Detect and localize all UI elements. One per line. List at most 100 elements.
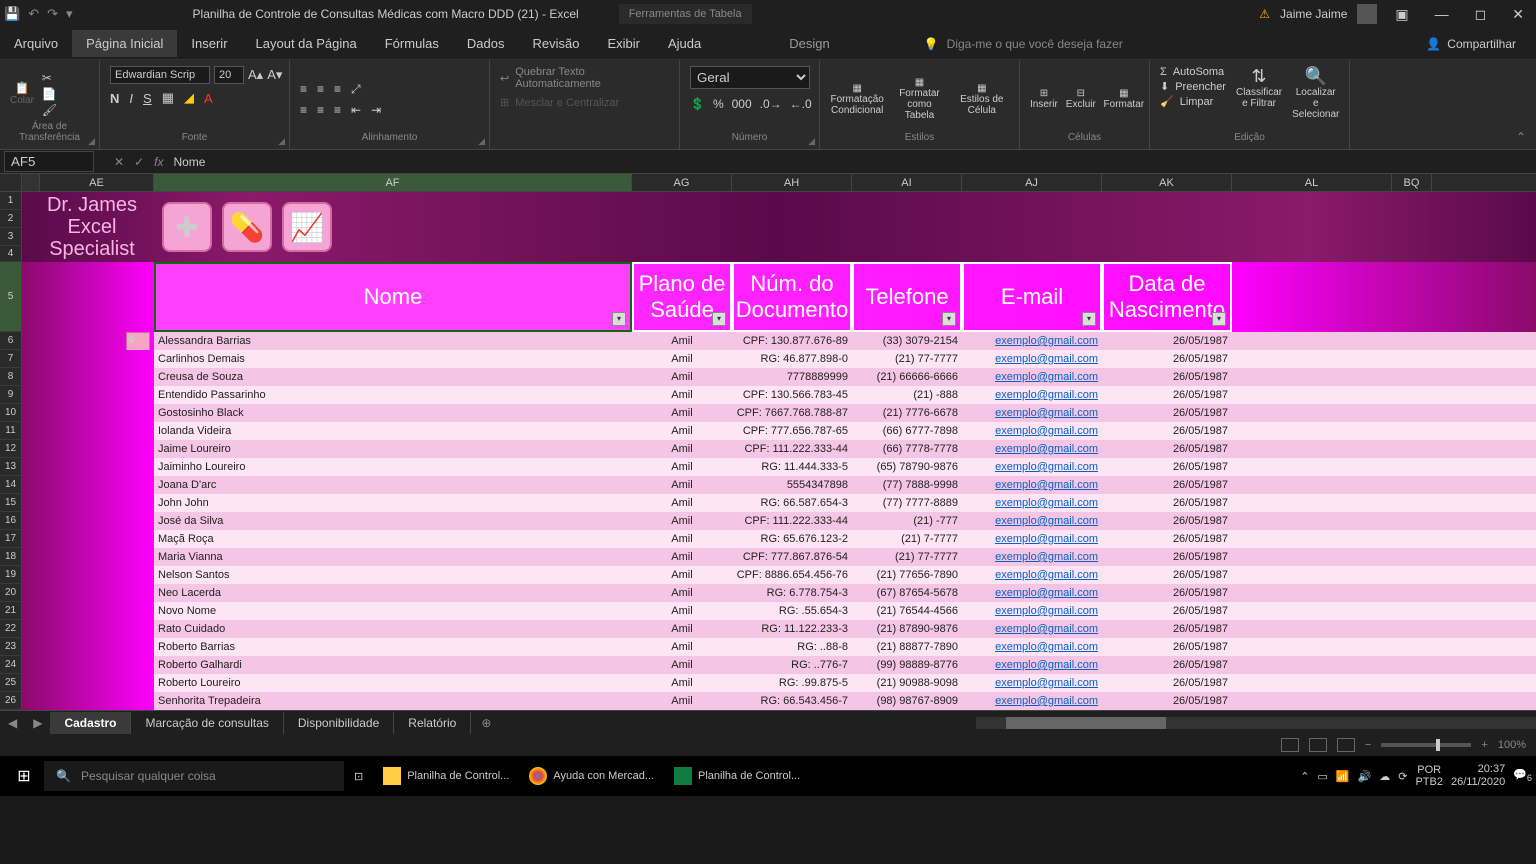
merge-center-button[interactable]: ⊞ Mesclar e Centralizar — [500, 96, 669, 109]
increase-font-icon[interactable]: A▴ — [248, 67, 263, 83]
email-link[interactable]: exemplo@gmail.com — [995, 479, 1098, 491]
undo-icon[interactable]: ↶ — [28, 6, 39, 22]
percent-icon[interactable]: % — [713, 97, 724, 111]
italic-button[interactable]: I — [129, 91, 133, 106]
tab-design[interactable]: Design — [775, 30, 843, 57]
cell-plano[interactable]: Amil — [632, 332, 732, 350]
filter-icon[interactable]: ▾ — [1212, 312, 1226, 326]
email-link[interactable]: exemplo@gmail.com — [995, 515, 1098, 527]
table-row[interactable]: Nelson SantosAmilCPF: 8886.654.456-76(21… — [22, 566, 1536, 584]
row-header[interactable]: 5 — [0, 262, 22, 332]
cell-data[interactable]: 26/05/1987 — [1102, 566, 1232, 584]
close-icon[interactable]: ✕ — [1504, 6, 1532, 23]
row-header[interactable]: 6 — [0, 332, 22, 350]
cell-email[interactable]: exemplo@gmail.com — [962, 566, 1102, 584]
align-left-icon[interactable]: ≡ — [300, 103, 307, 117]
cell-nome[interactable]: Joana D'arc — [154, 476, 632, 494]
cell-email[interactable]: exemplo@gmail.com — [962, 458, 1102, 476]
cell-nome[interactable]: Creusa de Souza — [154, 368, 632, 386]
table-row[interactable]: Roberto BarriasAmilRG: ..88-8(21) 88877-… — [22, 638, 1536, 656]
cell-nome[interactable]: Gostosinho Black — [154, 404, 632, 422]
comma-icon[interactable]: 000 — [732, 97, 752, 111]
cell-plano[interactable]: Amil — [632, 404, 732, 422]
cell-doc[interactable]: RG: 11.444.333-5 — [732, 458, 852, 476]
cell-doc[interactable]: RG: 65.676.123-2 — [732, 530, 852, 548]
row-header[interactable]: 18 — [0, 548, 22, 566]
email-link[interactable]: exemplo@gmail.com — [995, 587, 1098, 599]
format-painter-icon[interactable]: 🖌 — [42, 103, 57, 117]
cell-nome[interactable]: Maria Vianna — [154, 548, 632, 566]
zoom-in-button[interactable]: + — [1481, 739, 1487, 751]
row-header[interactable]: 19 — [0, 566, 22, 584]
cell-styles-button[interactable]: ▦Estilos de Célula — [955, 83, 1009, 116]
cell-data[interactable]: 26/05/1987 — [1102, 332, 1232, 350]
cell-doc[interactable]: RG: 66.587.654-3 — [732, 494, 852, 512]
zoom-out-button[interactable]: − — [1365, 739, 1371, 751]
email-link[interactable]: exemplo@gmail.com — [995, 569, 1098, 581]
sheet-tab-cadastro[interactable]: Cadastro — [50, 712, 131, 734]
cell-nome[interactable]: Maçã Roça — [154, 530, 632, 548]
decrease-decimal-icon[interactable]: ←.0 — [790, 97, 812, 111]
horizontal-scrollbar[interactable] — [976, 717, 1536, 729]
table-row[interactable]: Maçã RoçaAmilRG: 65.676.123-2(21) 7-7777… — [22, 530, 1536, 548]
cell-email[interactable]: exemplo@gmail.com — [962, 692, 1102, 710]
col-header-hidden[interactable] — [22, 174, 40, 191]
col-header-ai[interactable]: AI — [852, 174, 962, 191]
cell-nome[interactable]: Roberto Barrias — [154, 638, 632, 656]
cell-doc[interactable]: RG: .55.654-3 — [732, 602, 852, 620]
number-dialog-launcher[interactable]: ◢ — [808, 136, 815, 147]
cell-nome[interactable]: Jaiminho Loureiro — [154, 458, 632, 476]
table-row[interactable]: Rato CuidadoAmilRG: 11.122.233-3(21) 878… — [22, 620, 1536, 638]
th-data[interactable]: Data de Nascimento▾ — [1102, 262, 1232, 332]
cell-nome[interactable]: John John — [154, 494, 632, 512]
tab-exibir[interactable]: Exibir — [593, 30, 654, 57]
border-button[interactable]: ▦ — [162, 90, 174, 106]
table-row[interactable]: Carlinhos DemaisAmilRG: 46.877.898-0(21)… — [22, 350, 1536, 368]
clear-button[interactable]: 🧹Limpar — [1160, 95, 1226, 108]
cell-email[interactable]: exemplo@gmail.com — [962, 440, 1102, 458]
email-link[interactable]: exemplo@gmail.com — [995, 407, 1098, 419]
scrollbar-thumb[interactable] — [1006, 717, 1166, 729]
cell-tel[interactable]: (77) 7777-8889 — [852, 494, 962, 512]
tab-ajuda[interactable]: Ajuda — [654, 30, 715, 57]
cell-tel[interactable]: (65) 78790-9876 — [852, 458, 962, 476]
row-header[interactable]: 12 — [0, 440, 22, 458]
email-link[interactable]: exemplo@gmail.com — [995, 335, 1098, 347]
row-header[interactable]: 17 — [0, 530, 22, 548]
cell-email[interactable]: exemplo@gmail.com — [962, 530, 1102, 548]
cell-doc[interactable]: CPF: 111.222.333-44 — [732, 512, 852, 530]
table-row[interactable]: Maria ViannaAmilCPF: 777.867.876-54(21) … — [22, 548, 1536, 566]
tray-chevron-icon[interactable]: ⌃ — [1300, 770, 1309, 783]
currency-icon[interactable]: 💲 — [690, 97, 705, 111]
th-email[interactable]: E-mail▾ — [962, 262, 1102, 332]
cell-tel[interactable]: (98) 98767-8909 — [852, 692, 962, 710]
cell-plano[interactable]: Amil — [632, 638, 732, 656]
cell-email[interactable]: exemplo@gmail.com — [962, 350, 1102, 368]
email-link[interactable]: exemplo@gmail.com — [995, 695, 1098, 707]
tray-onedrive-icon[interactable]: ☁ — [1379, 770, 1390, 783]
save-icon[interactable]: 💾 — [4, 6, 20, 22]
th-plano[interactable]: Plano de Saúde▾ — [632, 262, 732, 332]
cell-plano[interactable]: Amil — [632, 620, 732, 638]
ribbon-display-icon[interactable]: ▣ — [1387, 6, 1416, 23]
cell-plano[interactable]: Amil — [632, 530, 732, 548]
cell-data[interactable]: 26/05/1987 — [1102, 440, 1232, 458]
cell-email[interactable]: exemplo@gmail.com — [962, 332, 1102, 350]
col-header-ae[interactable]: AE — [40, 174, 154, 191]
align-top-icon[interactable]: ≡ — [300, 82, 307, 97]
cell-tel[interactable]: (99) 98889-8776 — [852, 656, 962, 674]
insert-cells-button[interactable]: ⊞Inserir — [1030, 88, 1058, 110]
cell-tel[interactable]: (21) 88877-7890 — [852, 638, 962, 656]
cell-doc[interactable]: RG: 6.778.754-3 — [732, 584, 852, 602]
delete-cells-button[interactable]: ⊟Excluir — [1066, 88, 1096, 110]
wrap-text-button[interactable]: ↩ Quebrar Texto Automaticamente — [500, 66, 669, 90]
taskbar-item-excel[interactable]: Planilha de Control... — [664, 761, 810, 791]
cell-plano[interactable]: Amil — [632, 422, 732, 440]
cell-nome[interactable]: Iolanda Videira — [154, 422, 632, 440]
cell-email[interactable]: exemplo@gmail.com — [962, 638, 1102, 656]
table-row[interactable]: Senhorita TrepadeiraAmilRG: 66.543.456-7… — [22, 692, 1536, 710]
task-view-button[interactable]: ⊡ — [344, 764, 373, 789]
sheet-nav-prev[interactable]: ◀ — [0, 716, 25, 730]
cell-doc[interactable]: RG: 46.877.898-0 — [732, 350, 852, 368]
user-avatar[interactable] — [1357, 4, 1377, 24]
